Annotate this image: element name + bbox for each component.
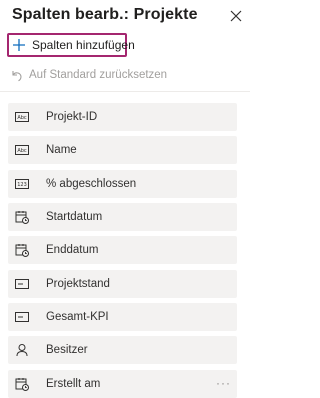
undo-icon (12, 70, 22, 81)
add-columns-label: Spalten hinzufügen (32, 38, 135, 52)
text-field-icon: Abc (15, 110, 29, 124)
column-item-name[interactable]: Abc Name (8, 136, 237, 165)
column-label: Projekt-ID (46, 111, 98, 123)
column-item-projektstand[interactable]: Projektstand (8, 269, 237, 298)
column-label: Enddatum (46, 244, 99, 257)
column-item-besitzer[interactable]: Besitzer (8, 336, 237, 365)
svg-text:Abc: Abc (17, 149, 27, 155)
column-label: Startdatum (46, 210, 103, 223)
svg-text:123: 123 (17, 182, 27, 188)
calendar-icon (15, 243, 29, 258)
column-item-erstellt-am[interactable]: Erstellt am ··· (8, 369, 237, 398)
column-label: % abgeschlossen (46, 177, 137, 190)
column-list: Abc Projekt-ID Abc Name 123 % abgeschlos… (8, 103, 237, 398)
divider (0, 91, 250, 92)
column-item-gesamt-kpi[interactable]: Gesamt-KPI (8, 302, 237, 331)
column-label: Gesamt-KPI (46, 310, 109, 323)
calendar-icon (15, 210, 29, 224)
add-columns-button[interactable]: Spalten hinzufügen (7, 33, 135, 57)
column-label: Projektstand (46, 277, 110, 290)
reset-default-label: Auf Standard zurücksetzen (29, 69, 168, 81)
column-item-percent-complete[interactable]: 123 % abgeschlossen (8, 169, 237, 198)
column-item-projekt-id[interactable]: Abc Projekt-ID (8, 103, 237, 131)
close-button[interactable] (226, 6, 246, 26)
close-icon (230, 10, 242, 22)
more-options-icon[interactable]: ··· (216, 376, 231, 390)
plus-icon (12, 38, 26, 52)
text-field-icon: Abc (15, 143, 29, 157)
column-label: Besitzer (46, 344, 88, 357)
svg-text:Abc: Abc (17, 115, 27, 121)
number-field-icon: 123 (15, 177, 29, 191)
column-item-startdatum[interactable]: Startdatum (8, 202, 237, 231)
column-label: Erstellt am (46, 377, 101, 390)
choice-field-icon (15, 310, 29, 324)
reset-default-button[interactable]: Auf Standard zurücksetzen (10, 67, 167, 83)
calendar-icon (15, 377, 29, 391)
column-item-enddatum[interactable]: Enddatum (8, 236, 237, 265)
person-icon (15, 343, 29, 357)
panel-title: Spalten bearb.: Projekte (12, 6, 198, 23)
column-label: Name (46, 144, 77, 157)
choice-field-icon (15, 277, 29, 291)
